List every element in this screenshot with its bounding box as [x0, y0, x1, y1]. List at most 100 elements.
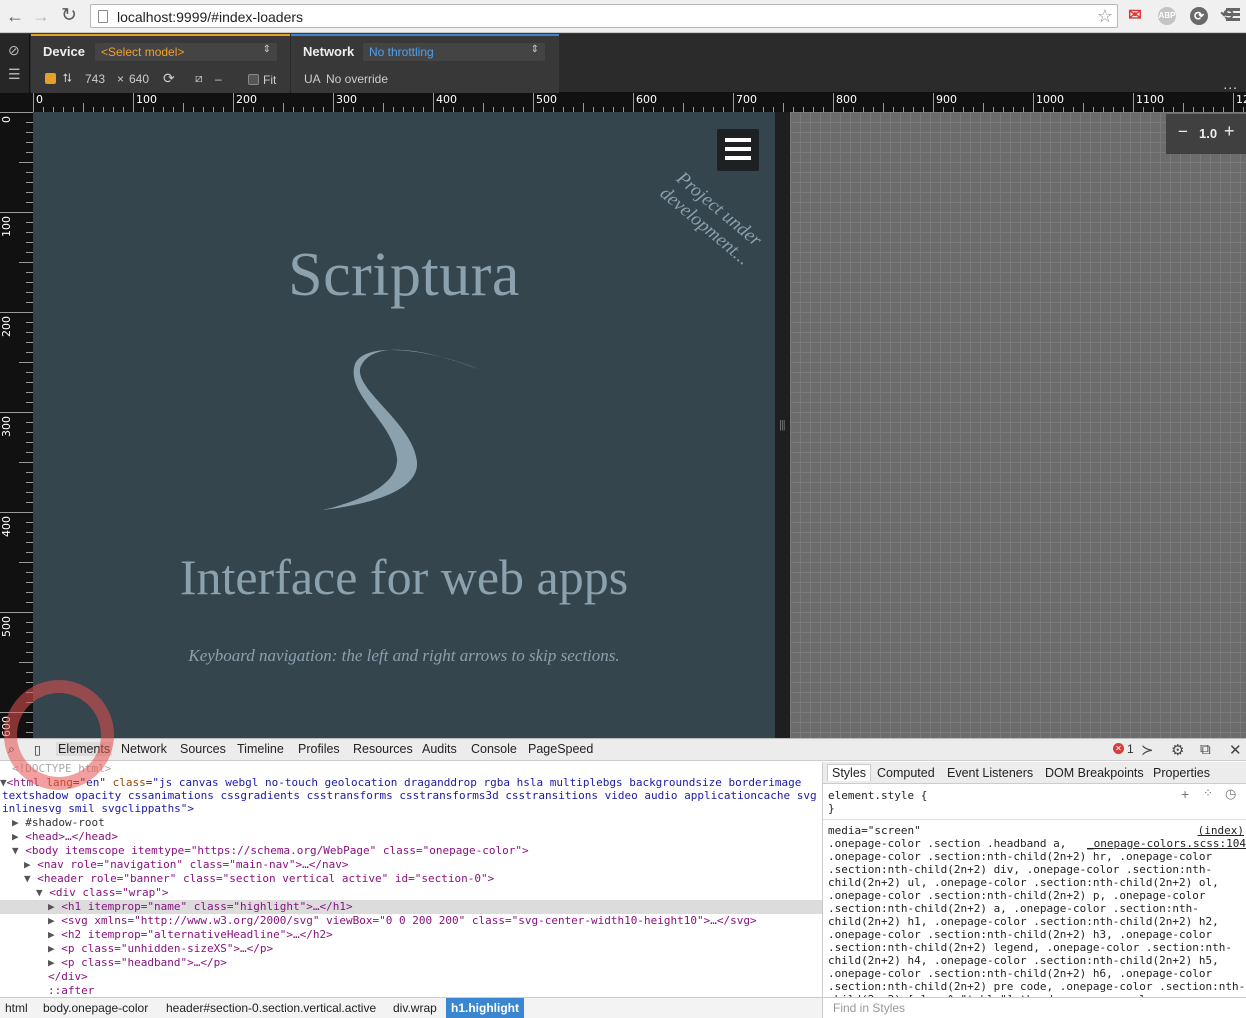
device-model-select[interactable]: <Select model> ⇕: [95, 43, 277, 61]
tab-pagespeed[interactable]: PageSpeed: [528, 742, 593, 756]
dom-body[interactable]: ▼ <body itemscope itemtype="https://sche…: [12, 844, 529, 858]
css-selector-line[interactable]: .onepage-color .section:nth-child(2n+2) …: [828, 928, 1212, 941]
dom-div-close[interactable]: </div>: [48, 970, 88, 984]
css-selector-line[interactable]: .onepage-color .section:nth-child(2n+2) …: [828, 889, 1206, 902]
tab-profiles[interactable]: Profiles: [298, 742, 340, 756]
device-scale-icon: ⧄: [195, 71, 203, 85]
ruler-top-label: 400: [436, 93, 457, 106]
dom-header[interactable]: ▼ <header role="banner" class="section v…: [24, 872, 494, 886]
toggle-state-icon[interactable]: ⁘: [1203, 786, 1213, 800]
media-queries-icon[interactable]: ☰: [8, 66, 21, 83]
tab-styles[interactable]: Styles: [827, 764, 872, 781]
css-selector-line[interactable]: .onepage-color .section:nth-child(2n+2) …: [828, 967, 1212, 980]
reload-icon[interactable]: ↻: [58, 6, 80, 26]
dom-after[interactable]: ::after: [48, 984, 94, 997]
ruler-left: 0 100 200 300 400 500 600: [0, 112, 33, 738]
css-selector-line[interactable]: .section:nth-child(2n+2) legend, .onepag…: [828, 941, 1232, 954]
dom-div-wrap[interactable]: ▼ <div class="wrap">: [36, 886, 168, 900]
tab-console[interactable]: Console: [471, 742, 517, 756]
dom-nav[interactable]: ▶ <nav role="navigation" class="main-nav…: [24, 858, 349, 872]
height-field[interactable]: 640: [129, 72, 149, 86]
dom-h1-selected[interactable]: ▶ <h1 itemprop="name" class="highlight">…: [0, 900, 822, 914]
more-options-icon[interactable]: ...: [1223, 76, 1238, 92]
dom-head[interactable]: ▶ <head>…</head>: [12, 830, 118, 844]
breadcrumb-body[interactable]: body.onepage-color: [43, 1001, 148, 1015]
bookmark-star-icon[interactable]: ☆: [1097, 6, 1113, 27]
chrome-menu-icon[interactable]: [1226, 8, 1240, 23]
width-field[interactable]: 743: [85, 72, 105, 86]
disable-emulation-icon[interactable]: ⊘: [8, 42, 20, 59]
color-format-icon[interactable]: ◷: [1225, 786, 1236, 802]
breadcrumb-header[interactable]: header#section-0.section.vertical.active: [166, 1001, 376, 1015]
zoom-in-button[interactable]: +: [1224, 121, 1235, 142]
ruler-tick: [0, 512, 33, 513]
element-style-open[interactable]: element.style {: [828, 789, 927, 802]
css-selector-line[interactable]: child(2n+2) ul, .onepage-color .section:…: [828, 876, 1219, 889]
abp-icon[interactable]: ABP: [1158, 7, 1176, 25]
ruler-tick: [26, 622, 33, 623]
tab-properties[interactable]: Properties: [1153, 766, 1210, 780]
css-selector-line[interactable]: .onepage-color .section:nth-child(2n+2) …: [828, 850, 1212, 863]
breadcrumb-h1[interactable]: h1.highlight: [446, 998, 524, 1018]
tab-computed[interactable]: Computed: [877, 766, 935, 780]
sync-icon[interactable]: ⟳: [1190, 7, 1208, 25]
tab-timeline[interactable]: Timeline: [237, 742, 284, 756]
dock-side-icon[interactable]: ⧉: [1200, 741, 1211, 758]
back-icon[interactable]: ←: [4, 6, 26, 26]
fit-checkbox[interactable]: [248, 74, 259, 85]
dom-html-class-cont-2[interactable]: inlinesvg smil svgclippaths">: [2, 802, 194, 816]
style-source-file[interactable]: _onepage-colors.scss:104: [1083, 837, 1246, 850]
css-selector-line[interactable]: .section:nth-child(2n+2) pre code, .onep…: [828, 980, 1245, 993]
ruler-tick: [19, 462, 33, 463]
dom-p-unhidden[interactable]: ▶ <p class="unhidden-sizeXS">…</p>: [48, 942, 273, 956]
close-devtools-icon[interactable]: ✕: [1229, 741, 1242, 759]
css-selector-line[interactable]: .onepage-color .section .headband a,: [828, 837, 1066, 850]
dom-shadow-root[interactable]: ▶ #shadow-root: [12, 816, 105, 830]
zoom-out-button[interactable]: −: [1178, 122, 1188, 142]
viewport-resize-handle[interactable]: |||: [775, 112, 790, 738]
breadcrumb-html[interactable]: html: [5, 1001, 28, 1015]
find-in-styles-input[interactable]: Find in Styles: [823, 997, 1246, 1018]
dom-html-line[interactable]: ▼<html lang="en" class="js canvas webgl …: [0, 776, 801, 790]
ruler-tick: [26, 652, 33, 653]
emulated-viewport: Project under development... Scriptura I…: [33, 112, 775, 738]
dom-svg[interactable]: ▶ <svg xmlns="http://www.w3.org/2000/svg…: [48, 914, 757, 928]
tab-audits[interactable]: Audits: [422, 742, 457, 756]
hamburger-menu-icon[interactable]: [717, 129, 759, 171]
error-icon[interactable]: ✕: [1113, 743, 1124, 754]
new-rule-icon[interactable]: +: [1181, 786, 1189, 802]
tab-resources[interactable]: Resources: [353, 742, 413, 756]
forward-icon[interactable]: →: [30, 6, 52, 26]
settings-gear-icon[interactable]: ⚙: [1171, 741, 1184, 759]
css-selector-line[interactable]: .section:nth-child(2n+2) div, .onepage-c…: [828, 863, 1212, 876]
swap-dimensions-icon[interactable]: ⟳: [163, 70, 175, 87]
network-throttle-select[interactable]: No throttling ⇕: [363, 43, 545, 61]
gmail-icon[interactable]: ✉: [1126, 7, 1144, 25]
resolution-checkbox[interactable]: [45, 73, 56, 84]
tab-network[interactable]: Network: [121, 742, 167, 756]
dom-html-class-cont-1[interactable]: textshadow opacity cssanimations cssgrad…: [2, 789, 817, 803]
device-scale-field[interactable]: –: [215, 72, 222, 86]
ruler-tick: [26, 672, 33, 673]
devtools-tabbar: ⌕ ▯ Elements Network Sources Timeline Pr…: [0, 739, 1246, 761]
tab-dom-breakpoints[interactable]: DOM Breakpoints: [1045, 766, 1144, 780]
css-selector-line[interactable]: .section:nth-child(2n+2) a, .onepage-col…: [828, 902, 1199, 915]
dom-p-headband[interactable]: ▶ <p class="headband">…</p>: [48, 956, 227, 970]
zoom-value: 1.0: [1199, 126, 1218, 141]
console-drawer-icon[interactable]: ≻: [1141, 741, 1154, 759]
css-selector-line[interactable]: child(2n+2) h4, .onepage-color .section:…: [828, 954, 1219, 967]
device-panel: Device <Select model> ⇕ ⮁ 743 × 640 ⟳ ⧄ …: [31, 34, 290, 93]
style-source-index[interactable]: (index): [1198, 824, 1244, 837]
breadcrumb-div-wrap[interactable]: div.wrap: [393, 1001, 437, 1015]
device-model-value: <Select model>: [101, 45, 185, 59]
ruler-tick: [26, 502, 33, 503]
user-agent-field[interactable]: No override: [326, 72, 388, 86]
error-count[interactable]: 1: [1127, 742, 1134, 756]
address-bar[interactable]: localhost:9999/#index-loaders ☆: [90, 4, 1118, 28]
url-text[interactable]: localhost:9999/#index-loaders: [117, 9, 303, 25]
css-selector-line[interactable]: child(2n+2) h1, .onepage-color .section:…: [828, 915, 1219, 928]
ruler-top-label: 700: [736, 93, 757, 106]
dom-h2[interactable]: ▶ <h2 itemprop="alternativeHeadline">…</…: [48, 928, 333, 942]
tab-sources[interactable]: Sources: [180, 742, 226, 756]
tab-event-listeners[interactable]: Event Listeners: [947, 766, 1033, 780]
